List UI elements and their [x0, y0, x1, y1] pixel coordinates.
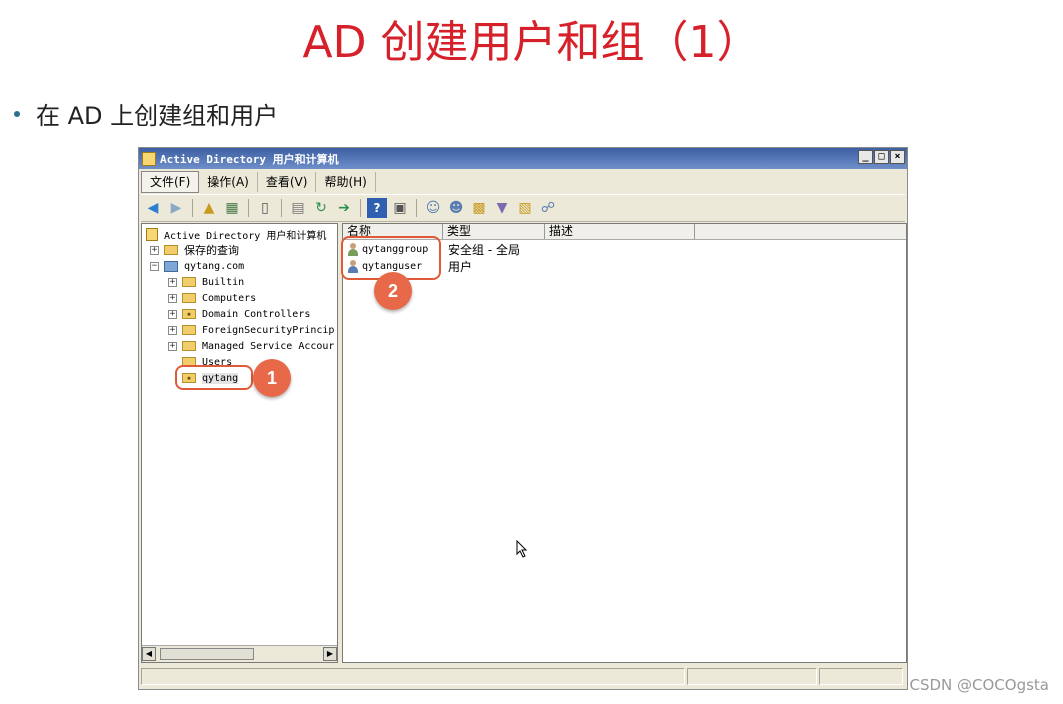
scroll-right-icon[interactable]: ▶ [323, 647, 337, 661]
expand-icon[interactable]: + [168, 293, 177, 303]
find-icon[interactable]: ▧ [515, 198, 535, 218]
tree-item-label: Domain Controllers [202, 308, 311, 320]
status-cell [141, 668, 685, 685]
tree-item-label: Computers [202, 292, 257, 304]
properties-icon[interactable]: ▤ [288, 198, 308, 218]
close-button[interactable]: × [890, 150, 905, 164]
tree-item-domain[interactable]: − qytang.com [150, 258, 244, 274]
domain-icon [164, 260, 178, 272]
new-group-icon[interactable]: ☻ [446, 198, 466, 218]
scroll-left-icon[interactable]: ◀ [142, 647, 156, 661]
tree-item-label: Builtin [202, 276, 245, 288]
folder-icon [182, 293, 196, 303]
tree-item-computers[interactable]: + Computers [168, 290, 256, 306]
folder-icon [164, 245, 178, 255]
menubar: 文件(F) 操作(A) 查看(V) 帮助(H) [141, 171, 905, 193]
tree-item-saved-queries[interactable]: + 保存的查询 [150, 242, 239, 258]
tree-root-label: Active Directory 用户和计算机 [164, 230, 327, 242]
toolbar: ◀ ▶ ▲ ▦ ▯ ▤ ↻ ➔ ? ▣ ☺ ☻ ▩ ▼ ▧ ☍ [141, 194, 905, 222]
menu-view[interactable]: 查看(V) [258, 172, 317, 192]
toolbar-separator [192, 199, 193, 217]
tree-item-label: 保存的查询 [184, 244, 239, 257]
toolbar-separator [248, 199, 249, 217]
column-description[interactable]: 描述 [545, 224, 695, 239]
ou-icon: ▪ [182, 309, 196, 319]
tree-item-label: Managed Service Accour [202, 340, 335, 352]
expand-icon[interactable]: + [168, 341, 177, 351]
tree-item-foreign-security[interactable]: + ForeignSecurityPrincip [168, 322, 334, 338]
window-title: Active Directory 用户和计算机 [160, 152, 339, 166]
help-icon[interactable]: ? [367, 198, 387, 218]
new-ou-icon[interactable]: ▩ [469, 198, 489, 218]
status-cell [819, 668, 903, 685]
ad-users-computers-window: Active Directory 用户和计算机 _ □ × 文件(F) 操作(A… [138, 147, 908, 690]
folder-icon [182, 325, 196, 335]
app-icon [142, 151, 156, 166]
tree-horizontal-scrollbar[interactable]: ◀ ▶ [142, 645, 337, 662]
expand-icon[interactable]: + [168, 277, 177, 287]
expand-icon[interactable]: + [168, 309, 177, 319]
minimize-button[interactable]: _ [858, 150, 873, 164]
show-hide-tree-icon[interactable]: ▦ [222, 198, 242, 218]
export-icon[interactable]: ➔ [334, 198, 354, 218]
statusbar [141, 668, 905, 687]
add-to-group-icon[interactable]: ☍ [538, 198, 558, 218]
back-icon[interactable]: ◀ [143, 198, 163, 218]
callout-number-2: 2 [374, 272, 412, 310]
collapse-icon[interactable]: − [150, 261, 159, 271]
menu-file[interactable]: 文件(F) [141, 171, 200, 193]
menu-action[interactable]: 操作(A) [199, 172, 258, 192]
status-cell [687, 668, 817, 685]
maximize-button[interactable]: □ [874, 150, 889, 164]
toolbar-separator [360, 199, 361, 217]
tree-item-managed-service[interactable]: + Managed Service Accour [168, 338, 334, 354]
tree-root[interactable]: Active Directory 用户和计算机 [146, 226, 326, 242]
scroll-thumb[interactable] [160, 648, 254, 660]
expand-icon[interactable]: + [168, 325, 177, 335]
ad-root-icon [146, 227, 158, 241]
window-controls: _ □ × [858, 150, 905, 164]
new-user-icon[interactable]: ☺ [423, 198, 443, 218]
expand-icon[interactable]: + [150, 245, 159, 255]
console-icon[interactable]: ▣ [390, 198, 410, 218]
clipboard-icon[interactable]: ▯ [255, 198, 275, 218]
refresh-icon[interactable]: ↻ [311, 198, 331, 218]
forward-icon[interactable]: ▶ [166, 198, 186, 218]
slide-title: AD 创建用户和组（1） [302, 17, 761, 68]
folder-icon [182, 277, 196, 287]
column-type[interactable]: 类型 [443, 224, 545, 239]
tree-item-domain-controllers[interactable]: + ▪ Domain Controllers [168, 306, 310, 322]
object-type: 用户 [448, 260, 473, 274]
object-type: 安全组 - 全局 [448, 243, 520, 257]
toolbar-separator [281, 199, 282, 217]
window-titlebar[interactable]: Active Directory 用户和计算机 _ □ × [139, 148, 907, 169]
bullet-text: 在 AD 上创建组和用户 [36, 102, 279, 130]
callout-highlight-ou [175, 365, 253, 390]
bullet-dot [14, 110, 20, 117]
bullet-point: 在 AD 上创建组和用户 [14, 96, 278, 131]
folder-icon [182, 341, 196, 351]
callout-number-1: 1 [253, 359, 291, 397]
watermark: CSDN @COCOgsta [909, 676, 1049, 694]
tree-item-label: qytang.com [184, 260, 245, 272]
tree-item-builtin[interactable]: + Builtin [168, 274, 244, 290]
mouse-cursor-icon [516, 540, 528, 558]
up-folder-icon[interactable]: ▲ [199, 198, 219, 218]
details-pane: 名称 类型 描述 qytanggroup 安全组 - 全局 qytanguser… [342, 223, 907, 663]
menu-help[interactable]: 帮助(H) [316, 172, 376, 192]
toolbar-separator [416, 199, 417, 217]
tree-item-label: ForeignSecurityPrincip [202, 324, 335, 336]
tree-pane: Active Directory 用户和计算机 + 保存的查询 − qytang… [141, 223, 338, 663]
filter-icon[interactable]: ▼ [492, 198, 512, 218]
